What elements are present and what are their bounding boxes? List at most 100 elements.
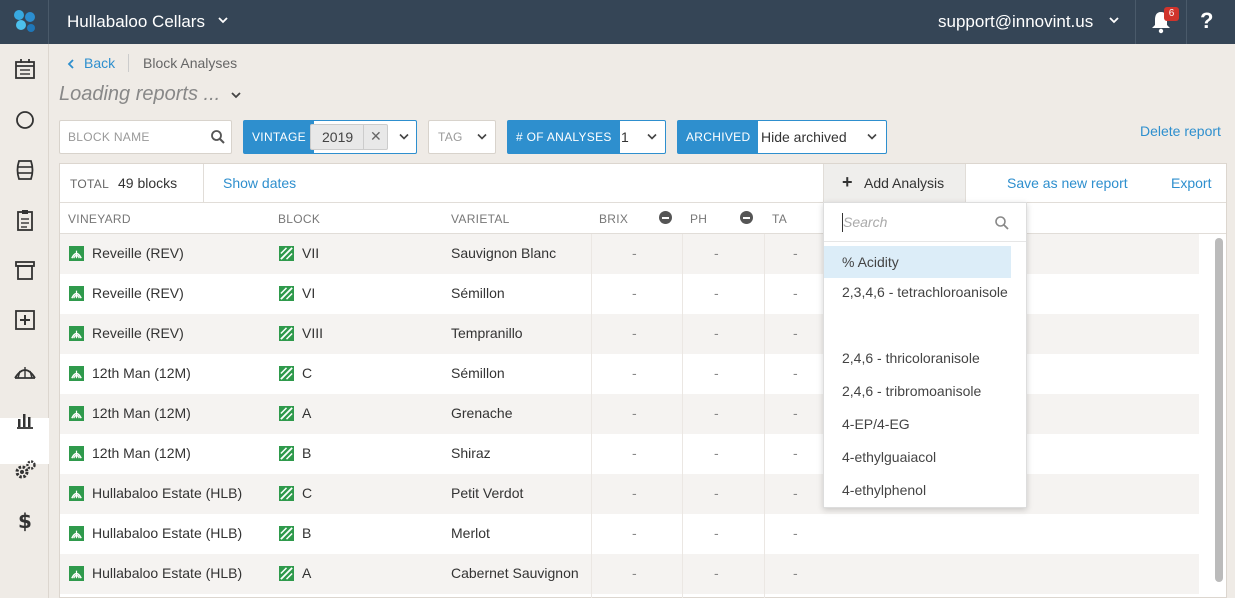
delete-report-link[interactable]: Delete report [1140,123,1221,139]
block-name-search[interactable]: BLOCK NAME [59,120,232,154]
circle-icon[interactable] [13,108,37,132]
add-analysis-button[interactable]: + Add Analysis [823,164,966,203]
table-header: VINEYARD BLOCK VARIETAL BRIX PH TA [60,203,1226,234]
vineyard-cell[interactable]: Reveille (REV) [92,325,184,341]
block-cell[interactable]: VI [302,285,315,301]
archived-filter[interactable]: ARCHIVED Hide archived [677,120,887,154]
dollar-icon[interactable]: $ [13,508,37,532]
ta-cell: - [793,245,798,261]
table-row[interactable]: 12th Man (12M) C Sémillon - - - [60,354,1199,394]
notification-badge: 6 [1164,7,1179,21]
table-row[interactable]: Hullabaloo Estate (HLB) C Petit Verdot - - - [60,474,1199,514]
block-cell[interactable]: B [302,525,311,541]
remove-column-icon[interactable] [659,211,672,224]
page-title[interactable]: Loading reports ... [59,83,220,106]
vineyard-cell[interactable]: Reveille (REV) [92,245,184,261]
archived-label: ARCHIVED [678,121,759,153]
analysis-option[interactable]: 2,3,4,6 - tetrachloroanisole [824,282,1011,302]
back-link[interactable]: Back [84,55,115,71]
vintage-filter[interactable]: VINTAGE 2019 ✕ [243,120,417,154]
ta-cell: - [793,285,798,301]
vineyard-icon [69,366,84,381]
analysis-option[interactable]: % Acidity [824,246,1011,278]
logo-icon [14,10,35,32]
calendar-icon[interactable] [13,57,37,81]
column-header-brix[interactable]: BRIX [599,212,628,226]
app-logo[interactable] [0,0,49,44]
table-row[interactable]: Reveille (REV) VIII Tempranillo - - - [60,314,1199,354]
remove-column-icon[interactable] [740,211,753,224]
table-row[interactable]: Hullabaloo Estate (HLB) A Cabernet Sauvign… [60,554,1199,594]
scrollbar[interactable] [1215,238,1223,582]
table-row[interactable]: Reveille (REV) VI Sémillon - - - [60,274,1199,314]
show-dates-link[interactable]: Show dates [223,175,296,191]
chevron-down-icon[interactable] [398,133,410,141]
column-header-vineyard[interactable]: VINEYARD [68,212,131,226]
block-cell[interactable]: C [302,485,312,501]
bar-chart-icon[interactable] [13,408,37,432]
analyses-count-filter[interactable]: # OF ANALYSES 1 [507,120,666,154]
block-cell[interactable]: VIII [302,325,323,341]
block-cell[interactable]: A [302,405,311,421]
vineyard-icon[interactable] [13,358,37,382]
barrel-icon[interactable] [13,158,37,182]
block-cell[interactable]: B [302,445,311,461]
close-icon[interactable]: ✕ [370,128,382,145]
block-cell[interactable]: A [302,565,311,581]
column-header-block[interactable]: BLOCK [278,212,320,226]
column-header-ph[interactable]: PH [690,212,707,226]
table-row[interactable]: 12th Man (12M) B Shiraz - - - [60,434,1199,474]
help-icon[interactable]: ? [1200,8,1213,34]
analysis-option[interactable]: 4-ethylguaiacol [824,447,1011,467]
chevron-down-icon[interactable] [216,13,230,27]
vineyard-cell[interactable]: Hullabaloo Estate (HLB) [92,485,242,501]
vineyard-icon [69,326,84,341]
total-value: 49 blocks [118,175,178,191]
table-row[interactable]: 12th Man (12M) A Grenache - - - [60,394,1199,434]
varietal-cell: Sémillon [451,285,505,301]
analysis-option[interactable]: 4-EP/4-EG [824,414,1011,434]
gears-icon[interactable] [13,458,37,482]
save-as-new-report-link[interactable]: Save as new report [1007,175,1128,191]
column-header-ta[interactable]: TA [772,212,787,226]
archive-icon[interactable] [13,258,37,282]
vineyard-cell[interactable]: 12th Man (12M) [92,445,191,461]
plus-icon: + [842,172,853,192]
archived-value: Hide archived [761,129,847,145]
plus-square-icon[interactable] [13,308,37,332]
org-name[interactable]: Hullabaloo Cellars [67,12,205,32]
block-icon [279,366,294,381]
tag-filter[interactable]: TAG [428,120,496,154]
analysis-option[interactable]: 2,4,6 - tribromoanisole [824,381,1011,401]
clipboard-icon[interactable] [13,208,37,232]
analysis-search-input[interactable]: Search [824,203,1026,242]
table-row[interactable]: Reveille (REV) VII Sauvignon Blanc - - - [60,234,1199,274]
chevron-down-icon[interactable] [229,91,243,101]
brix-cell: - [632,245,637,261]
chevron-left-icon[interactable] [66,58,76,70]
vineyard-icon [69,286,84,301]
export-link[interactable]: Export [1171,175,1211,191]
ph-cell: - [714,325,719,341]
brix-cell: - [632,365,637,381]
table-row[interactable]: Hullabaloo Estate (HLB) B Merlot - - - [60,514,1199,554]
ph-cell: - [714,485,719,501]
brix-cell: - [632,325,637,341]
chevron-down-icon[interactable] [1107,13,1121,27]
varietal-cell: Grenache [451,405,513,421]
block-cell[interactable]: C [302,365,312,381]
ta-cell: - [793,485,798,501]
analysis-option[interactable]: 2,4,6 - thricoloranisole [824,348,1011,368]
vineyard-icon [69,246,84,261]
vineyard-cell[interactable]: 12th Man (12M) [92,405,191,421]
vineyard-cell[interactable]: Reveille (REV) [92,285,184,301]
analysis-option[interactable]: 4-ethylphenol [824,480,1011,500]
block-icon [279,286,294,301]
analyses-label: # OF ANALYSES [508,121,620,153]
user-email[interactable]: support@innovint.us [938,12,1093,32]
vineyard-cell[interactable]: Hullabaloo Estate (HLB) [92,525,242,541]
block-cell[interactable]: VII [302,245,319,261]
vineyard-cell[interactable]: 12th Man (12M) [92,365,191,381]
column-header-varietal[interactable]: VARIETAL [451,212,510,226]
vineyard-cell[interactable]: Hullabaloo Estate (HLB) [92,565,242,581]
